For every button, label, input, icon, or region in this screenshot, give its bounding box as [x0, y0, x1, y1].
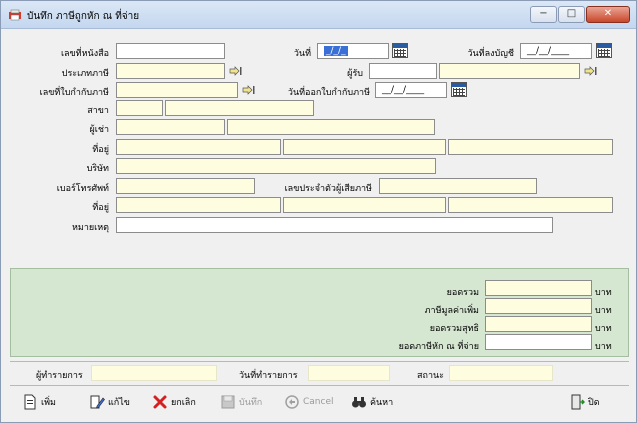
branch-code-input[interactable]: [116, 100, 163, 116]
receiver-lookup-icon[interactable]: [584, 66, 597, 76]
status-separator: [10, 361, 629, 362]
net-label: ยอดรวมสุทธิ: [429, 324, 479, 334]
txn-date-label: วันที่ทำรายการ: [239, 371, 298, 381]
withholding-label: ยอดภาษีหัก ณ ที่จ่าย: [398, 342, 479, 352]
branch-label: สาขา: [87, 106, 109, 116]
date-input[interactable]: _/_/_: [317, 43, 389, 59]
undo-circle-icon: [285, 395, 299, 409]
doc-no-input[interactable]: [116, 43, 225, 59]
tenant-code-input[interactable]: [116, 119, 225, 135]
status-label: สถานะ: [417, 371, 444, 381]
total-label: ยอดรวม: [446, 288, 479, 298]
tenant-label: ผู้เช่า: [89, 125, 109, 135]
close-button[interactable]: ปิด: [569, 393, 600, 411]
tax-invoice-date-input[interactable]: __/__/____: [375, 82, 447, 98]
remark-label: หมายเหตุ: [71, 223, 109, 233]
toolbar-separator: [10, 385, 629, 386]
tax-type-label: ประเภทภาษี: [61, 69, 109, 79]
tax-invoice-no-input[interactable]: [116, 82, 238, 98]
close-icon: ✕: [603, 8, 613, 19]
tax-invoice-no-label: เลขที่ใบกำกับภาษี: [39, 88, 109, 98]
tax-type-input[interactable]: [116, 63, 225, 79]
save-label: บันทึก: [239, 398, 263, 408]
txn-date-value: [308, 365, 390, 381]
address-line1-input[interactable]: [116, 139, 281, 155]
vat-currency: บาท: [595, 306, 612, 316]
net-currency: บาท: [595, 324, 612, 334]
total-currency: บาท: [595, 288, 612, 298]
address2-line2-input[interactable]: [283, 197, 446, 213]
address2-label: ที่อยู่: [92, 203, 109, 213]
operator-value: [91, 365, 217, 381]
withholding-currency: บาท: [595, 342, 612, 352]
receiver-name-input[interactable]: [439, 63, 580, 79]
doc-no-label: เลขที่หนังสือ: [60, 49, 109, 59]
post-date-label: วันที่ลงบัญชี: [467, 49, 514, 59]
cancel-button[interactable]: Cancel: [284, 393, 334, 411]
save-button[interactable]: บันทึก: [220, 393, 262, 411]
cancel-document-label: ยกเลิก: [171, 398, 196, 408]
date-label: วันที่: [293, 49, 311, 59]
vat-input[interactable]: [485, 298, 592, 314]
company-input[interactable]: [116, 158, 436, 174]
address-label: ที่อยู่: [92, 145, 109, 155]
branch-name-input[interactable]: [165, 100, 314, 116]
binoculars-icon: [352, 397, 366, 408]
app-icon: [9, 9, 21, 21]
date-calendar-icon[interactable]: [392, 43, 408, 58]
maximize-button[interactable]: □: [558, 6, 585, 23]
address2-line3-input[interactable]: [448, 197, 613, 213]
minimize-button[interactable]: −: [530, 6, 557, 23]
address-line3-input[interactable]: [448, 139, 613, 155]
post-date-calendar-icon[interactable]: [596, 43, 612, 58]
tax-invoice-date-calendar-icon[interactable]: [451, 82, 467, 97]
edit-pencil-icon: [90, 395, 105, 409]
net-input[interactable]: [485, 316, 592, 332]
taxpayer-id-input[interactable]: [379, 178, 537, 194]
phone-input[interactable]: [116, 178, 255, 194]
search-button[interactable]: ค้นหา: [351, 393, 393, 411]
withholding-input[interactable]: [485, 334, 592, 350]
maximize-icon: □: [566, 8, 577, 19]
edit-button[interactable]: แก้ไข: [89, 393, 130, 411]
address2-line1-input[interactable]: [116, 197, 281, 213]
add-label: เพิ่ม: [41, 398, 56, 408]
date-value: _/_/_: [324, 46, 348, 56]
red-x-icon: [153, 395, 167, 409]
cancel-document-button[interactable]: ยกเลิก: [152, 393, 196, 411]
add-button[interactable]: เพิ่ม: [22, 393, 56, 411]
save-disk-icon: [221, 395, 235, 409]
window-title: บันทึก ภาษีถูกหัก ณ ที่จ่าย: [27, 11, 140, 22]
window: บันทึก ภาษีถูกหัก ณ ที่จ่าย − □ ✕ เลขที่…: [0, 0, 637, 423]
remark-input[interactable]: [116, 217, 553, 233]
edit-label: แก้ไข: [108, 398, 130, 408]
address-line2-input[interactable]: [283, 139, 446, 155]
receiver-code-input[interactable]: [369, 63, 437, 79]
total-input[interactable]: [485, 280, 592, 296]
close-window-button[interactable]: ✕: [586, 6, 630, 23]
cancel-label: Cancel: [303, 397, 334, 407]
title-bar: บันทึก ภาษีถูกหัก ณ ที่จ่าย − □ ✕: [1, 1, 636, 29]
status-value: [449, 365, 553, 381]
close-label: ปิด: [588, 398, 600, 408]
vat-label: ภาษีมูลค่าเพิ่ม: [424, 306, 479, 316]
receiver-label: ผู้รับ: [347, 69, 363, 79]
taxpayer-id-label: เลขประจำตัวผู้เสียภาษี: [284, 184, 372, 194]
tax-invoice-date-label: วันที่ออกใบกำกับภาษี: [287, 88, 370, 98]
tax-invoice-lookup-icon[interactable]: [242, 85, 255, 95]
minimize-icon: −: [539, 8, 548, 19]
tenant-name-input[interactable]: [227, 119, 435, 135]
phone-label: เบอร์โทรศัพท์: [56, 184, 109, 194]
search-label: ค้นหา: [370, 398, 394, 408]
tax-type-lookup-icon[interactable]: [229, 66, 242, 76]
company-label: บริษัท: [86, 164, 109, 174]
exit-door-icon: [571, 394, 585, 410]
add-document-icon: [24, 394, 36, 410]
post-date-input[interactable]: __/__/____: [520, 43, 592, 59]
operator-label: ผู้ทำรายการ: [36, 371, 83, 381]
